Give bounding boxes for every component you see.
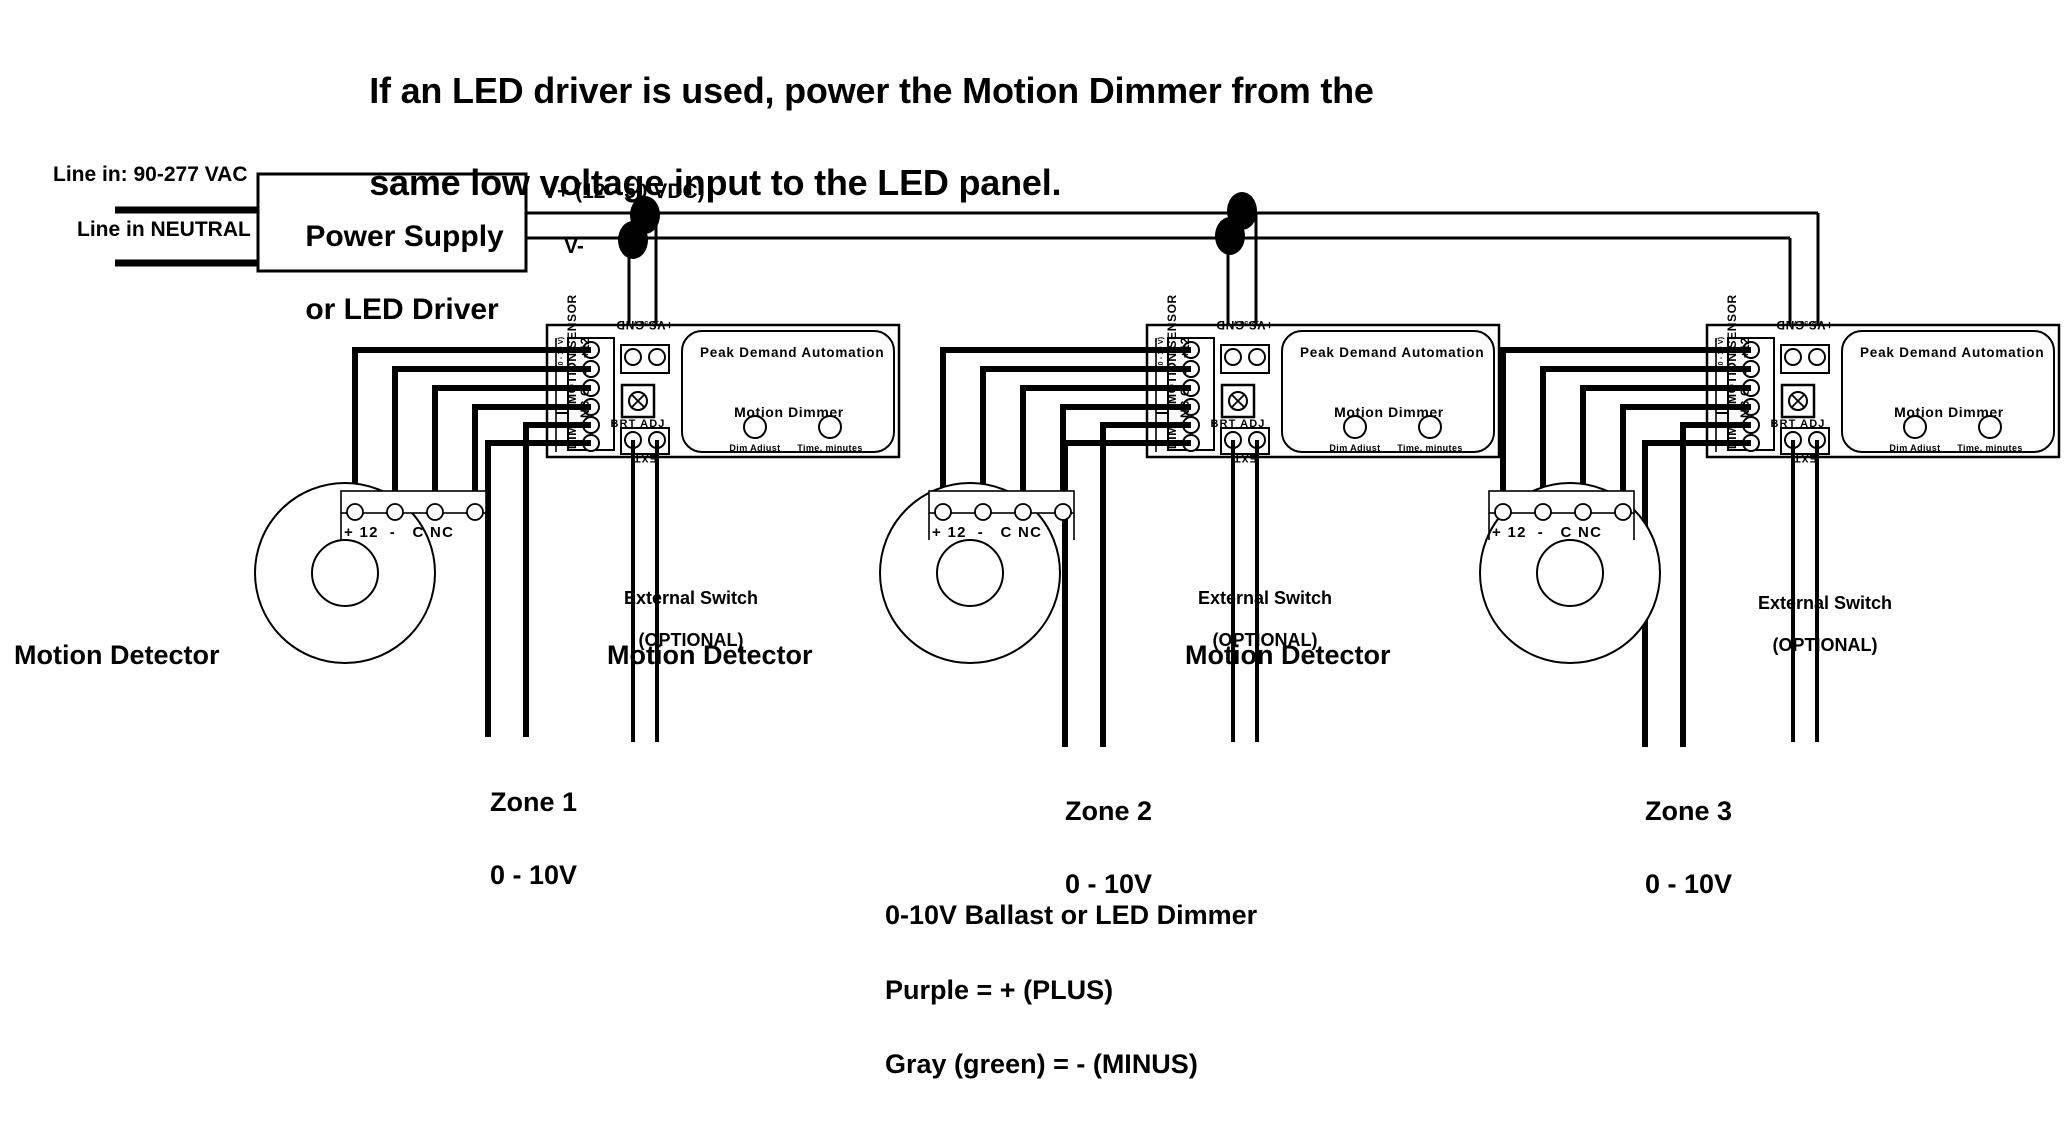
vs-range-label-3: 12-50 V bbox=[1793, 319, 1819, 326]
zone-voltage-3: 0 - 10V bbox=[1645, 869, 1733, 900]
terminal-label-3-0: +12 bbox=[1738, 337, 1752, 358]
dim-block-label-3: DIM bbox=[1725, 425, 1739, 449]
terminal-label-2-0: +12 bbox=[1178, 337, 1192, 358]
knob-label-dim-adjust-1: Dim Adjust bbox=[729, 443, 781, 453]
external-switch-line1-3: External Switch bbox=[1757, 593, 1893, 613]
knob-label-time-2: Time, minutes bbox=[1397, 443, 1463, 453]
motion-detector-3 bbox=[1479, 482, 1661, 664]
knob-label-time-3: Time, minutes bbox=[1957, 443, 2023, 453]
sensor-block-label-1: MOTION SENSOR bbox=[565, 294, 579, 404]
motion-detector-1 bbox=[254, 482, 487, 664]
motion-detector-2 bbox=[879, 482, 1075, 664]
external-switch-line2-2: (OPTIONAL) bbox=[1212, 630, 1318, 650]
terminal-label-1-2: C bbox=[578, 387, 592, 396]
knob-label-dim-adjust-3: Dim Adjust bbox=[1889, 443, 1941, 453]
vs-range-label-1: 12-50 V bbox=[633, 319, 659, 326]
zone-label-3: Zone 3 0 - 10V bbox=[1615, 757, 1732, 939]
zone-name-3: Zone 3 bbox=[1645, 796, 1733, 827]
knob-label-dim-adjust-2: Dim Adjust bbox=[1329, 443, 1381, 453]
footer-note: 0-10V Ballast or LED Dimmer Purple = + (… bbox=[855, 860, 1257, 1121]
brt-adj-label-2: BRT ADJ bbox=[1210, 418, 1266, 430]
module-model-1: Motion Dimmer bbox=[734, 404, 844, 420]
sensor-range-label-2: (10 - 30 V) bbox=[1158, 336, 1165, 372]
module-brand-1: Peak Demand Automation bbox=[700, 345, 885, 360]
detector-terminals-1: + 12 - C NC bbox=[344, 524, 455, 541]
terminal-label-2-2: C bbox=[1178, 387, 1192, 396]
ext-sw-label-2: EXT bbox=[1233, 452, 1257, 464]
footer-line3: Gray (green) = - (MINUS) bbox=[885, 1049, 1198, 1080]
brt-adj-label-1: BRT ADJ bbox=[610, 418, 666, 430]
terminal-label-3-2: C bbox=[1738, 387, 1752, 396]
brt-adj-label-3: BRT ADJ bbox=[1770, 418, 1826, 430]
line-in-neutral-label: Line in NEUTRAL bbox=[77, 218, 251, 241]
zone-label-1: Zone 1 0 - 10V bbox=[460, 748, 577, 930]
terminal-label-1-1: - bbox=[578, 370, 592, 374]
external-switch-line2-3: (OPTIONAL) bbox=[1772, 635, 1878, 655]
terminal-label-2-1: - bbox=[1178, 370, 1192, 374]
zone-name-1: Zone 1 bbox=[490, 787, 578, 818]
motion-detector-label-1: Motion Detector bbox=[14, 640, 220, 670]
external-switch-callout-1: External Switch (OPTIONAL) bbox=[586, 567, 776, 672]
external-switch-line1-2: External Switch bbox=[1197, 588, 1333, 608]
knob-label-time-1: Time, minutes bbox=[797, 443, 863, 453]
ext-sw-label-3: EXT bbox=[1793, 452, 1817, 464]
module-brand-2: Peak Demand Automation bbox=[1300, 345, 1485, 360]
module-brand-3: Peak Demand Automation bbox=[1860, 345, 2045, 360]
terminal-label-3-1: - bbox=[1738, 370, 1752, 374]
line-in-hot-label: Line in: 90-277 VAC bbox=[53, 163, 248, 186]
sensor-range-label-1: (10 - 30 V) bbox=[558, 336, 565, 372]
terminal-label-1-0: +12 bbox=[578, 337, 592, 358]
module-model-2: Motion Dimmer bbox=[1334, 404, 1444, 420]
page-title-line1: If an LED driver is used, power the Moti… bbox=[369, 70, 1374, 112]
ext-sw-label-1: EXT bbox=[633, 452, 657, 464]
external-switch-callout-2: External Switch (OPTIONAL) bbox=[1160, 567, 1350, 672]
external-switch-callout-3: External Switch (OPTIONAL) bbox=[1720, 572, 1910, 677]
terminal-label-1-3: NC bbox=[578, 400, 592, 418]
terminal-label-2-3: NC bbox=[1178, 400, 1192, 418]
dim-block-label-1: DIM bbox=[565, 425, 579, 449]
power-supply-box-label: Power Supply or LED Driver bbox=[272, 182, 504, 365]
vplus-label: V+ (12 - 50 VDC) bbox=[543, 180, 705, 203]
sensor-block-label-3: MOTION SENSOR bbox=[1725, 294, 1739, 404]
power-supply-subtitle: or LED Driver bbox=[305, 292, 499, 326]
sensor-block-label-2: MOTION SENSOR bbox=[1165, 294, 1179, 404]
footer-line1: 0-10V Ballast or LED Dimmer bbox=[885, 900, 1258, 931]
external-switch-line2-1: (OPTIONAL) bbox=[638, 630, 744, 650]
external-switch-line1-1: External Switch bbox=[623, 588, 759, 608]
detector-terminals-2: + 12 - C NC bbox=[932, 524, 1043, 541]
module-model-3: Motion Dimmer bbox=[1894, 404, 2004, 420]
terminal-label-3-3: NC bbox=[1738, 400, 1752, 418]
vminus-label: V- bbox=[564, 235, 584, 258]
vs-range-label-2: 12-50 V bbox=[1233, 319, 1259, 326]
dim-block-label-2: DIM bbox=[1165, 425, 1179, 449]
sensor-range-label-3: (10 - 30 V) bbox=[1718, 336, 1725, 372]
zone-voltage-1: 0 - 10V bbox=[490, 860, 578, 891]
power-supply-title: Power Supply bbox=[305, 219, 504, 253]
diagram-canvas: If an LED driver is used, power the Moti… bbox=[0, 0, 2070, 1079]
detector-terminals-3: + 12 - C NC bbox=[1492, 524, 1603, 541]
zone-name-2: Zone 2 bbox=[1065, 796, 1153, 827]
footer-line2: Purple = + (PLUS) bbox=[885, 974, 1114, 1005]
